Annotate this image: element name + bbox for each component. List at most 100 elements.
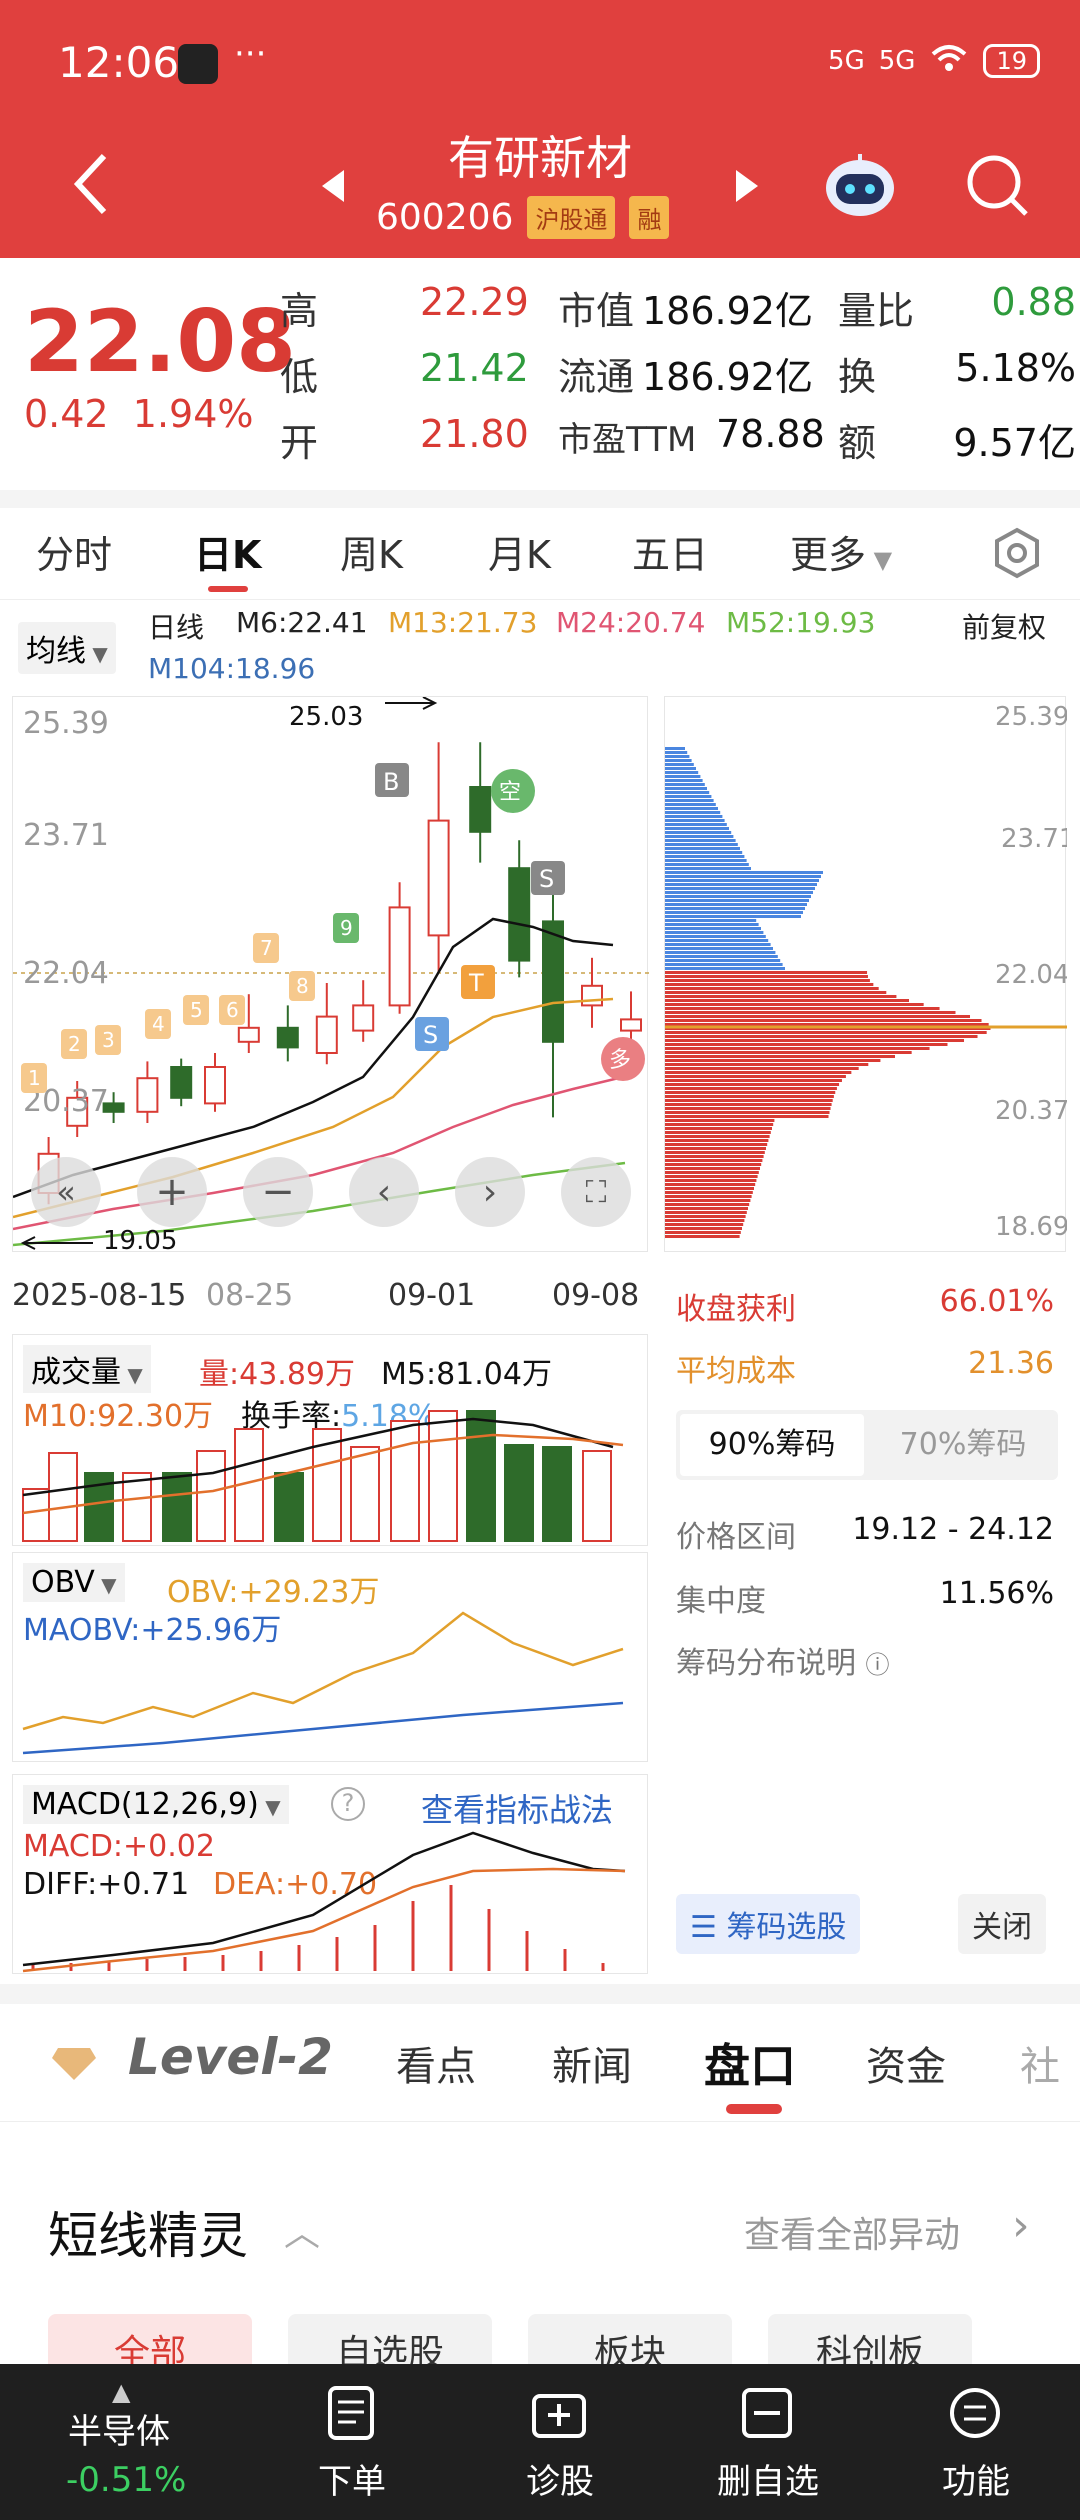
chip-bar (665, 1179, 757, 1182)
scroll-right-icon[interactable]: › (455, 1157, 525, 1227)
volume-bar (162, 1472, 192, 1542)
tab-more[interactable]: 更多 ▼ (790, 524, 892, 579)
chip-bar (665, 1003, 924, 1006)
function-button[interactable]: 功能 (906, 2454, 1046, 2503)
svg-text:S: S (423, 1021, 438, 1049)
chip-bar (665, 967, 785, 970)
ma-m13: M13:21.73 (388, 606, 538, 639)
low-marker: 19.05 (103, 1226, 177, 1253)
pe-label: 市盈TTM (558, 420, 697, 460)
tab-daily-k[interactable]: 日K (194, 524, 261, 579)
chip-bar (665, 995, 897, 998)
tab-news[interactable]: 新闻 (552, 2034, 632, 2092)
tab-highlights[interactable]: 看点 (396, 2034, 476, 2092)
rewind-icon[interactable]: « (31, 1157, 101, 1227)
chip-bar (665, 1163, 762, 1166)
tab-weekly-k[interactable]: 周K (340, 524, 403, 579)
chip-bar (665, 1167, 760, 1170)
chip-bar (665, 795, 712, 798)
volume-bar (122, 1472, 152, 1542)
ma-selector[interactable]: 均线 ▼ (18, 622, 116, 674)
chip-bar (665, 1115, 829, 1118)
order-button[interactable]: 下单 (282, 2454, 422, 2503)
collapse-icon[interactable]: ︿ (284, 2204, 320, 2256)
expand-up-icon[interactable]: ▲ (112, 2378, 130, 2406)
chip-bar (665, 1075, 846, 1078)
chip-bar (665, 815, 723, 818)
fullscreen-icon[interactable]: ⛶ (561, 1157, 631, 1227)
active-tab-indicator (208, 586, 248, 592)
view-all-link[interactable]: 查看全部异动 (744, 2206, 960, 2258)
chip-bar (665, 851, 743, 854)
day-tag-number: 4 (152, 1012, 165, 1036)
diagnose-button[interactable]: 诊股 (490, 2454, 630, 2503)
chip-bar (665, 1099, 833, 1102)
chip-bar (665, 1143, 768, 1146)
next-stock-icon[interactable] (732, 168, 762, 208)
chip-bar (665, 775, 701, 778)
tab-level2[interactable]: Level-2 (128, 2028, 333, 2086)
tab-orderbook[interactable]: 盘口 (704, 2030, 796, 2096)
chip-chart[interactable]: 25.39 23.71 22.04 20.37 18.69 (664, 696, 1075, 1252)
chip-bars (665, 747, 991, 1238)
tab-intraday[interactable]: 分时 (36, 524, 112, 579)
chip-bar (665, 799, 714, 802)
chip-select-button[interactable]: ☰ 筹码选股 (676, 1894, 861, 1954)
sector-name[interactable]: 半导体 (68, 2404, 170, 2453)
macd-panel[interactable]: MACD(12,26,9) ▼ ? 查看指标战法 MACD:+0.02 DIFF… (12, 1774, 648, 1974)
chip-bar (665, 979, 870, 982)
chip-bar (665, 819, 725, 822)
divider (0, 1984, 1080, 2004)
chip-bar (665, 1091, 836, 1094)
margin-tag: 融 (629, 196, 670, 239)
chip-bar (665, 927, 761, 930)
chip-bar (665, 1127, 772, 1130)
search-icon[interactable] (964, 152, 1030, 222)
open-value: 21.80 (420, 412, 529, 456)
remove-watchlist-icon (740, 2386, 794, 2444)
zoom-in-icon[interactable]: + (137, 1157, 207, 1227)
chip-note-link[interactable]: 筹码分布说明 ⓘ (676, 1638, 890, 1682)
zoom-out-icon[interactable]: − (243, 1157, 313, 1227)
tab-five-day[interactable]: 五日 (632, 524, 708, 579)
chip-bar (665, 1147, 766, 1150)
kline-chart[interactable]: 25.39 23.71 22.04 20.37 25.03 19.05 B 空 … (12, 696, 649, 1256)
chip-y-3: 22.04 (995, 960, 1067, 990)
chip-close-button[interactable]: 关闭 (958, 1894, 1046, 1954)
chip-bar (665, 1019, 982, 1022)
order-icon (326, 2386, 376, 2444)
battery-icon: 19 (983, 43, 1040, 78)
robot-assistant-icon[interactable] (822, 150, 898, 224)
remove-watchlist-button[interactable]: 删自选 (698, 2454, 838, 2503)
chip-bar (665, 763, 694, 766)
volume-svg (22, 1410, 624, 1542)
ma-m104: M104:18.96 (148, 652, 316, 685)
chip-bar (665, 1227, 742, 1230)
chip-bar (665, 1123, 774, 1126)
tab-capital[interactable]: 资金 (866, 2034, 946, 2092)
chip-bar (665, 1043, 948, 1046)
chip-bar (665, 1231, 741, 1234)
tab-chip-70[interactable]: 70%筹码 (872, 1414, 1054, 1476)
chip-bar (665, 959, 781, 962)
tab-monthly-k[interactable]: 月K (488, 524, 551, 579)
volume-bar (274, 1472, 304, 1542)
chip-bar (665, 771, 699, 774)
chevron-right-icon[interactable]: › (1012, 2200, 1030, 2251)
scroll-left-icon[interactable]: ‹ (349, 1157, 419, 1227)
adjust-mode[interactable]: 前复权 (962, 606, 1046, 646)
chip-y-1: 25.39 (995, 702, 1067, 732)
chip-bar (665, 1063, 869, 1066)
volratio-value: 0.88 (991, 280, 1076, 324)
prev-stock-icon[interactable] (318, 168, 348, 208)
chip-bar (665, 755, 690, 758)
obv-panel[interactable]: OBV ▼ OBV:+29.23万 MAOBV:+25.96万 (12, 1552, 648, 1762)
chip-bar (665, 975, 868, 978)
chip-bar (665, 1139, 769, 1142)
tab-community[interactable]: 社 (1020, 2034, 1060, 2092)
obv-svg (22, 1611, 624, 1755)
settings-icon[interactable] (990, 526, 1044, 584)
tab-chip-90[interactable]: 90%筹码 (680, 1414, 864, 1476)
candle-body (352, 1004, 375, 1032)
volume-panel[interactable]: 成交量 ▼ 量:43.89万 M5:81.04万 M10:92.30万 换手率:… (12, 1334, 648, 1546)
